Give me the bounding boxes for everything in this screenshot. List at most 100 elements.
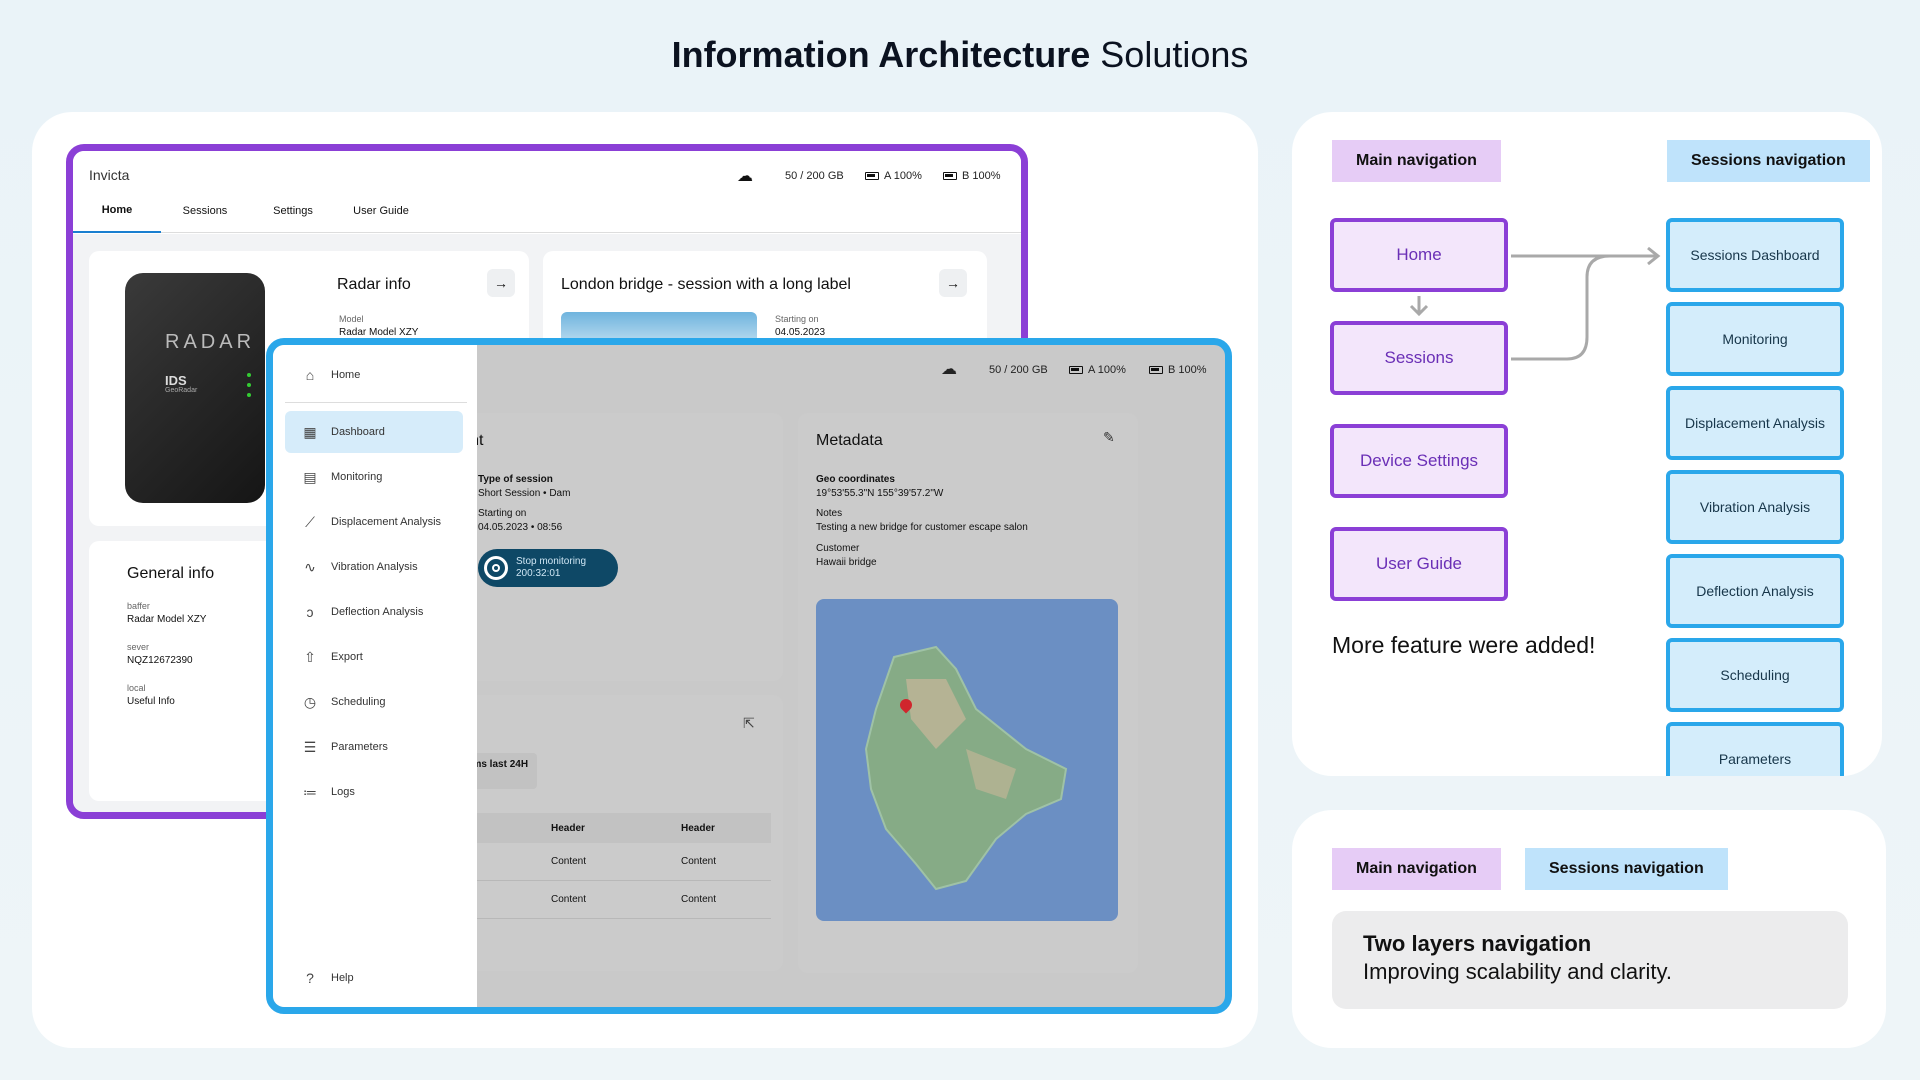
stop-timer: 200:32:01 [516,568,561,579]
edit-pencil-icon[interactable]: ✎ [1103,429,1115,446]
alarms-card: ⇱ Alarms last 24H 2 ader Header Header n… [423,695,783,971]
battery-b-icon [1149,366,1163,374]
field-label: sever [127,642,150,652]
sidebar-item-logs[interactable]: ≔ Logs [285,771,463,813]
battery-b-status: B 100% [962,170,1001,182]
session-detail-card[interactable]: cement Type of session Short Session • D… [423,413,783,681]
arrow-right-icon[interactable]: → [939,269,967,297]
table-header-row: ader Header Header [431,813,771,843]
tab-user-guide[interactable]: User Guide [337,189,425,233]
summary-subline: Improving scalability and clarity. [1363,959,1672,984]
table-cell: Content [551,894,587,905]
sidebar-item-label: Scheduling [331,696,386,708]
geo-label: Geo coordinates [816,474,895,485]
list-icon: ≔ [303,783,317,800]
deflection-icon: ↄ [306,604,314,620]
tab-label: Home [101,204,133,216]
island-map[interactable] [816,599,1118,921]
type-value: Short Session • Dam [478,488,571,499]
start-label: Starting on [775,314,819,324]
sidebar-item-home[interactable]: ⌂ Home [285,354,463,396]
data-table: ader Header Header ntent Content Content… [431,813,771,919]
sidebar-item-label: Home [331,369,361,381]
sidebar-item-label: Deflection Analysis [331,606,424,618]
metadata-card: Metadata ✎ Geo coordinates 19°53'55.3"N … [798,413,1138,973]
pulse-icon: ∿ [304,558,316,575]
sliders-icon: ☰ [303,738,317,755]
calendar-clock-icon: ◷ [303,693,317,710]
sidebar-item-deflection[interactable]: ↄ Deflection Analysis [285,591,463,633]
customer-label: Customer [816,543,860,554]
device-logo-sub: GeoRadar [165,387,198,394]
sidebar-item-dashboard[interactable]: ▦ Dashboard [285,411,463,453]
start-value: 04.05.2023 • 08:56 [478,522,563,533]
sessions-nav-tag: Sessions navigation [1525,848,1728,890]
notes-value: Testing a new bridge for customer escape… [816,522,1028,533]
diagram-connectors [1409,246,1661,361]
field-value: NQZ12672390 [127,655,193,666]
sidebar-item-displacement[interactable]: ⟋ Displacement Analysis [285,501,463,543]
tab-home[interactable]: Home [73,189,161,233]
sidebar-item-label: Displacement Analysis [331,516,442,528]
help-icon: ? [306,970,314,986]
battery-a-status: A 100% [884,170,922,182]
sidebar-item-vibration[interactable]: ∿ Vibration Analysis [285,546,463,588]
sidebar-item-help[interactable]: ? Help [285,957,463,999]
home-icon: ⌂ [305,367,315,383]
session-card-title: London bridge - session with a long labe… [561,276,851,293]
device-image: RADAR IDS GeoRadar [125,273,265,503]
cloud-icon[interactable]: ☁ [737,166,753,186]
tab-label: User Guide [353,205,409,217]
table-header: Header [681,822,715,834]
table-row[interactable]: ntent Content Content [431,881,771,919]
summary-panel: Main navigation Sessions navigation Two … [1292,810,1886,1048]
island-shape [864,645,1068,891]
table-cell: Content [681,856,717,867]
start-value: 04.05.2023 [775,327,826,338]
clipboard-icon: ▤ [303,468,317,485]
model-label: Model [339,314,364,324]
sidebar-item-monitoring[interactable]: ▤ Monitoring [285,456,463,498]
field-value: Useful Info [127,696,175,707]
arrow-right-icon[interactable]: → [487,269,515,297]
field-value: Radar Model XZY [127,614,207,625]
tab-settings[interactable]: Settings [249,189,337,233]
battery-b-icon [943,172,957,180]
customer-value: Hawaii bridge [816,557,877,568]
sidebar-item-label: Dashboard [331,426,385,438]
start-label: Starting on [478,508,527,519]
table-header: Header [551,822,585,834]
diagram-note: More feature were added! [1332,632,1596,658]
app-brand: Invicta [89,167,130,183]
tab-label: Settings [273,205,313,217]
radar-card-title: Radar info [337,276,411,293]
geo-value: 19°53'55.3"N 155°39'57.2"W [816,488,944,499]
sidebar-item-label: Parameters [331,741,388,753]
stop-icon [484,556,508,580]
cloud-icon[interactable]: ☁ [941,359,957,379]
storage-status: 50 / 200 GB [989,364,1048,376]
stop-button-label: Stop monitoring [516,556,587,567]
table-row[interactable]: ntent Content Content [431,843,771,881]
sidebar-item-label: Vibration Analysis [331,561,418,573]
tab-sessions[interactable]: Sessions [161,189,249,233]
diagram-panel: Main navigation Sessions navigation Home… [1292,112,1882,776]
line-chart-icon: ⟋ [305,513,315,530]
table-cell: Content [551,856,587,867]
export-icon: ⇧ [304,648,316,665]
sidebar-item-export[interactable]: ⇧ Export [285,636,463,678]
app-sessions-screen: ☁ 50 / 200 GB A 100% B 100% cement Type … [266,338,1232,1014]
general-info-title: General info [127,565,215,582]
type-label: Type of session [478,474,553,485]
open-external-icon[interactable]: ⇱ [743,715,755,732]
table-cell: Content [681,894,717,905]
sidebar-item-scheduling[interactable]: ◷ Scheduling [285,681,463,723]
sidebar-item-parameters[interactable]: ☰ Parameters [285,726,463,768]
sidebar: ⌂ Home ▦ Dashboard ▤ Monitoring ⟋ Displaceme… [273,345,477,1007]
field-label: baffer [127,601,150,611]
sidebar-item-label: Monitoring [331,471,383,483]
sidebar-item-label: Help [331,972,354,984]
stop-monitoring-button[interactable]: Stop monitoring 200:32:01 [478,549,618,587]
summary-box: Two layers navigation Improving scalabil… [1332,911,1848,1009]
metadata-title: Metadata [816,432,883,449]
